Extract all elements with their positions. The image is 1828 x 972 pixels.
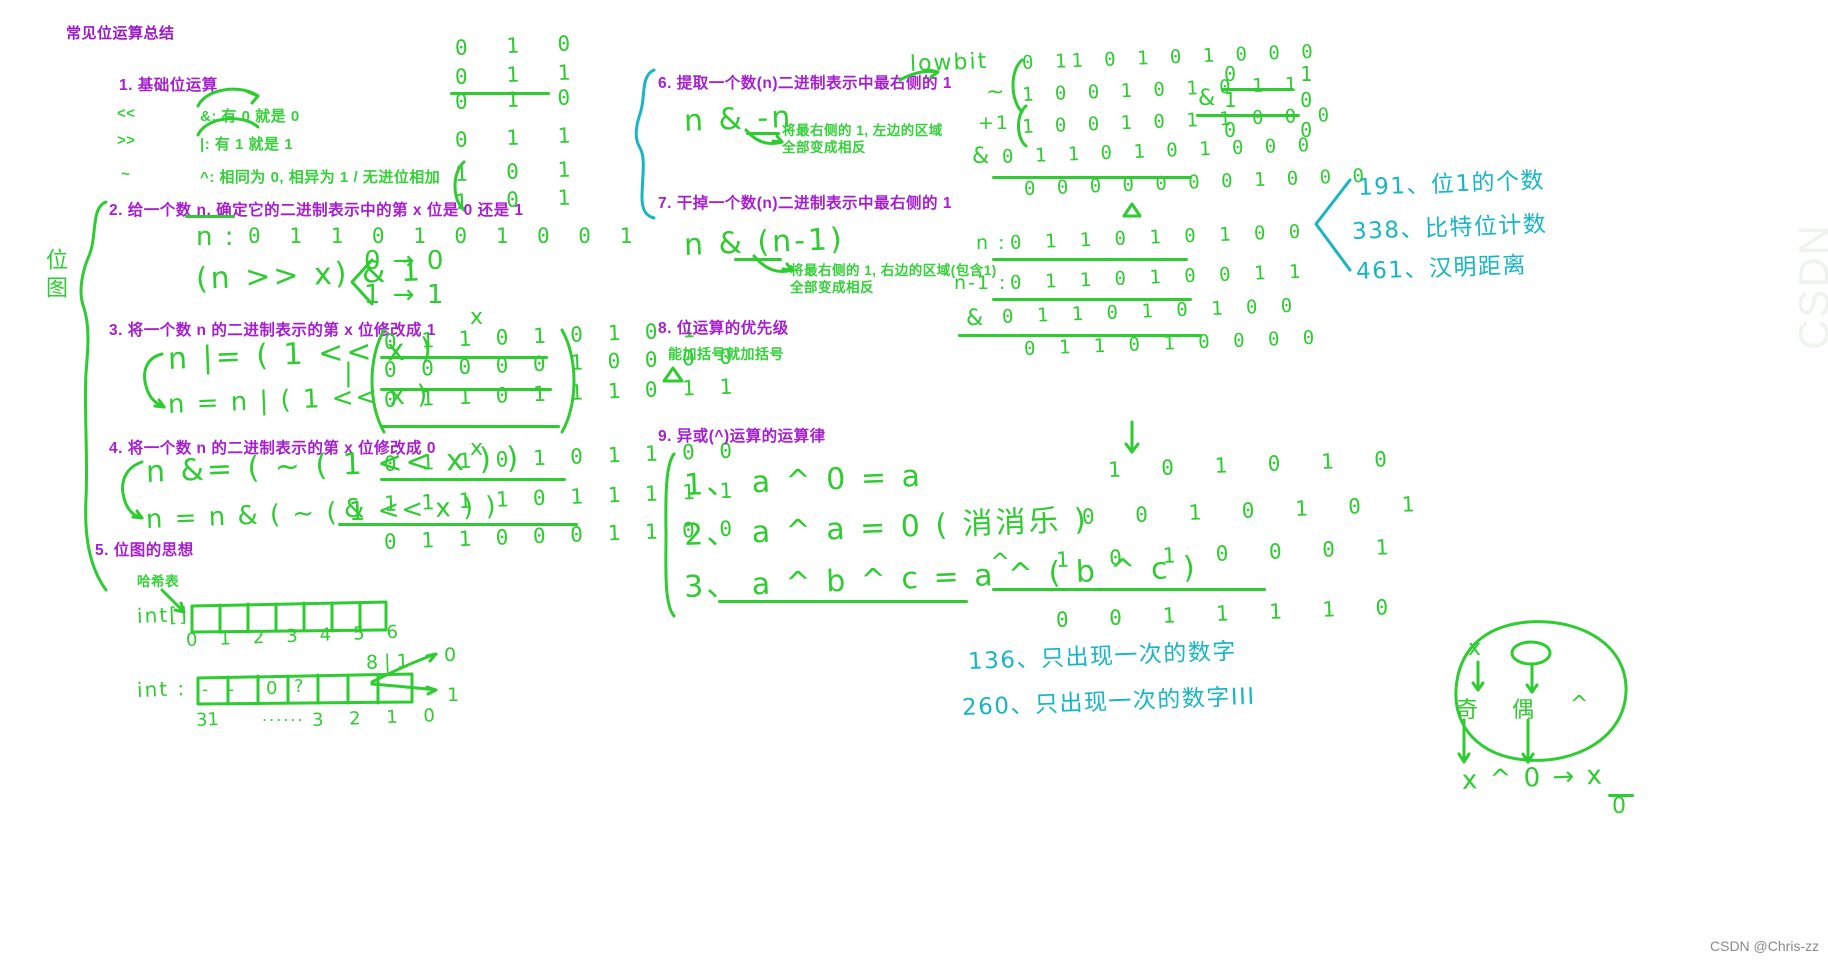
section-7-label-n1: n-1 : (954, 272, 1008, 294)
section-5-heading: 5. 位图的思想 (95, 542, 194, 559)
mini-table-mid: 1 0 (1224, 88, 1339, 112)
bit-left-number: 31 (195, 709, 220, 731)
section-7-heading: 7. 干掉一个数(n)二进制表示中最右侧的 1 (658, 195, 952, 212)
arc-or-icon (196, 117, 260, 137)
section-8-marker-triangle-icon (662, 366, 684, 383)
faint-watermark: CSDN (1790, 222, 1828, 350)
brace-sections-6-7 (634, 68, 656, 220)
section-6-and-op: & (972, 144, 992, 169)
section-9-row-1: 1 0 1 0 1 0 (1107, 446, 1402, 482)
section-6-plus-label: +1 (978, 112, 1011, 134)
mini-table-top: 0 1 (1224, 62, 1339, 86)
page-title: 常见位运算总结 (66, 25, 175, 42)
section-9-heading: 9. 异或(^)运算的运算律 (658, 428, 826, 445)
op-shift-right: >> (117, 132, 136, 149)
law-1: 1、 a ^ 0 = a (683, 458, 924, 503)
truth-row-5: 1 0 1 (454, 157, 584, 186)
int-bits-label: int : (136, 676, 187, 702)
section-4-op: & (344, 494, 367, 524)
section-9-result: 0 0 1 1 1 1 0 (1055, 594, 1403, 632)
section-2-branch-1: 1 → 1 (364, 280, 446, 310)
whiteboard-canvas: CSDN 常见位运算总结 1. 基础位运算 << >> ~ &: 有 0 就是 … (0, 0, 1828, 972)
rule-xor: ^: 相同为 0, 相异为 1 / 无进位相加 (200, 169, 441, 186)
section-6-note: 将最右侧的 1, 左边的区域 全部变成相反 (782, 123, 943, 155)
bit-cell-2: 0 (266, 678, 278, 699)
section-9-down-arrow-icon (1124, 420, 1140, 454)
section-2-n-bits: 0 1 1 0 1 0 1 0 0 1 (248, 224, 641, 248)
mini-table-divider-2 (1196, 114, 1300, 117)
section-4-hook-icon (121, 460, 144, 520)
section-2-branch-0: 0 → 0 (364, 246, 446, 276)
blue-note-bottom-2: 260、只出现一次的数字III (961, 683, 1257, 721)
section-9-op: ^ (990, 548, 1013, 576)
section-6-marker-triangle-icon (1122, 202, 1142, 218)
truth-row-1: 0 1 0 (454, 31, 584, 60)
section-6-note-arrow-icon (744, 128, 784, 145)
hash-table-label: 哈希表 (137, 574, 179, 589)
bit-cell-0: - (202, 680, 209, 700)
parity-denominator: 0 (1612, 794, 1628, 819)
parity-arrow-left-icon (1471, 660, 1485, 692)
arrow-bottom-value: 1 (447, 684, 460, 706)
laws-bracket-icon (664, 452, 676, 618)
blue-note-1: 191、位1的个数 (1357, 167, 1546, 201)
blue-note-3: 461、汉明距离 (1355, 252, 1528, 285)
section-3-op: | (344, 358, 355, 388)
mini-table-bottom: 0 0 (1224, 118, 1339, 142)
truth-row-3: 0 1 0 (454, 85, 584, 114)
bit-cell-1: - (228, 680, 235, 700)
bit-dots: ...... (262, 706, 305, 725)
section-8-note: 能加括号就加括号 (668, 346, 784, 362)
section-2-heading: 2. 给一个数 n, 确定它的二进制表示中的第 x 位是 0 还是 1 (109, 202, 524, 219)
parity-x-label: x (1468, 636, 1484, 661)
section-7-op: & (966, 306, 986, 331)
section-9-divider (992, 588, 1266, 591)
section-7-label-n: n : (976, 232, 1007, 254)
law-2: 2、 a ^ a = 0 ( 消消乐 ) (683, 502, 1090, 553)
bit-cell-3: ? (294, 676, 304, 697)
lowbit-label: lowbit (909, 49, 989, 77)
arrow-top-value: 0 (444, 644, 457, 666)
section-7-divider-1 (992, 258, 1188, 261)
parity-arrow-right-icon (1525, 662, 1539, 694)
mini-table-op: & (1198, 86, 1218, 111)
op-shift-left: << (117, 105, 136, 122)
arc-and-icon (196, 87, 260, 108)
section-3-divider-3 (380, 425, 560, 428)
section-3-hook-icon (143, 352, 166, 409)
blue-note-bottom-1: 136、只出现一次的数字 (967, 638, 1238, 675)
vertical-note: 位图 (42, 248, 67, 304)
blue-notes-bracket-icon (1314, 178, 1352, 272)
section-8-heading: 8. 位运算的优先级 (658, 320, 789, 337)
int-array-label: int[] (136, 602, 190, 628)
blue-note-2: 338、比特位计数 (1351, 211, 1548, 245)
truth-row-2: 0 1 1 (454, 60, 584, 89)
section-7-row-n1: 0 1 1 0 1 0 0 1 1 (1009, 260, 1307, 294)
section-4-divider-1 (380, 478, 566, 481)
section-2-n-label: n : (196, 222, 236, 252)
csdn-watermark: CSDN @Chris-zz (1710, 938, 1820, 954)
op-not: ~ (121, 166, 131, 183)
truth-row-4: 0 1 1 (454, 123, 584, 152)
section-9-row-3: 1 0 1 0 0 0 1 (1055, 534, 1403, 572)
parity-down-arrow-1-icon (1457, 718, 1471, 764)
parity-caret: ^ (1570, 692, 1591, 717)
arrow-mid-value: 8 | 1 (365, 650, 410, 674)
parity-down-arrow-2-icon (1521, 718, 1535, 764)
law-3-underline (718, 600, 968, 603)
section-7-row-n: 0 1 1 0 1 0 1 0 0 (1009, 220, 1307, 254)
section-7-result: 0 1 1 0 1 0 0 0 0 (1023, 326, 1321, 360)
parity-formula: x ^ 0 → x (1461, 760, 1605, 796)
section-9-row-2: 0 0 1 0 1 0 1 (1081, 491, 1429, 529)
section-2-underline (185, 215, 235, 218)
